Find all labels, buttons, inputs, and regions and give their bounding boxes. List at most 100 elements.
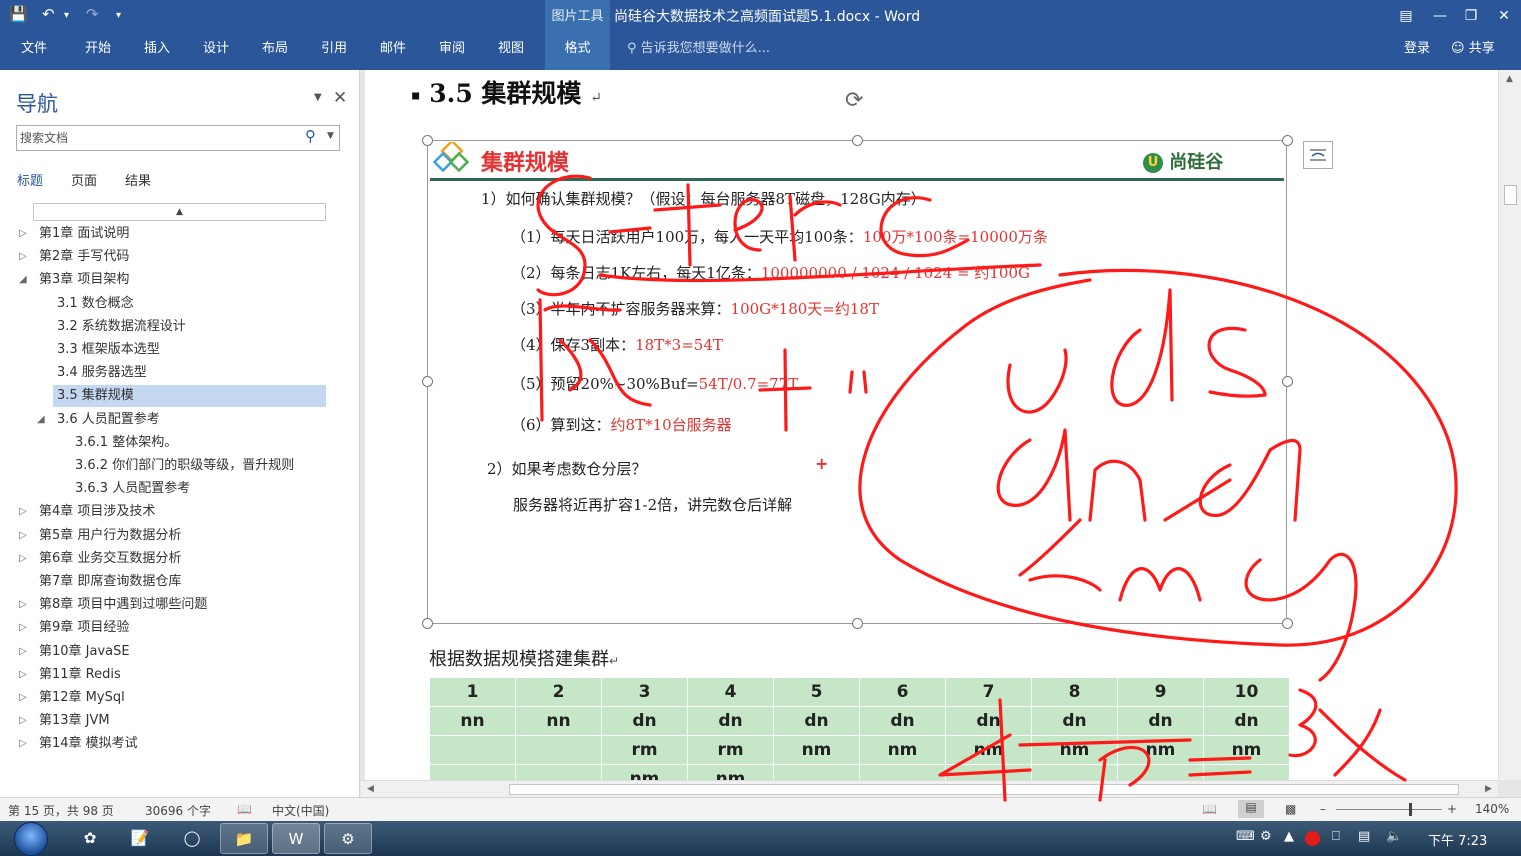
- web-layout-icon[interactable]: ▩: [1285, 802, 1296, 816]
- record-icon[interactable]: [1305, 831, 1320, 846]
- nav-close-icon[interactable]: ✕: [333, 88, 347, 108]
- tab-format[interactable]: 格式: [545, 34, 610, 70]
- table-cell[interactable]: [429, 764, 516, 780]
- tray-app-icon[interactable]: ⚙: [1260, 829, 1272, 844]
- nav-item[interactable]: 3.4 服务器选型: [53, 362, 326, 384]
- keyboard-icon[interactable]: ⌨: [1236, 829, 1255, 844]
- close-button[interactable]: ✕: [1491, 4, 1517, 28]
- nav-tab-headings[interactable]: 标题: [17, 170, 43, 189]
- tab-mailings[interactable]: 邮件: [367, 34, 419, 70]
- table-cell[interactable]: [1203, 764, 1290, 780]
- minimize-button[interactable]: —: [1427, 4, 1453, 28]
- tab-review[interactable]: 审阅: [426, 34, 478, 70]
- resize-handle-tr[interactable]: [1282, 135, 1293, 146]
- tray-device-icon[interactable]: ⎕: [1332, 829, 1340, 844]
- vertical-scroll-thumb[interactable]: [1504, 185, 1517, 205]
- nav-item[interactable]: ▷ 第9章 项目经验: [19, 617, 326, 639]
- table-cell[interactable]: 1: [429, 677, 516, 707]
- taskbar-notepad-icon[interactable]: 📝: [116, 823, 164, 854]
- collapsed-arrow-icon[interactable]: ▷: [19, 710, 27, 732]
- taskbar-app-2-icon[interactable]: ⚙: [324, 823, 372, 854]
- read-mode-icon[interactable]: 📖: [1202, 802, 1217, 816]
- table-cell[interactable]: 7: [945, 677, 1032, 707]
- resize-handle-br[interactable]: [1282, 618, 1293, 629]
- tab-references[interactable]: 引用: [308, 34, 360, 70]
- collapsed-arrow-icon[interactable]: ▷: [19, 594, 27, 616]
- expanded-arrow-icon[interactable]: ◢: [19, 269, 27, 291]
- collapsed-arrow-icon[interactable]: ▷: [19, 548, 27, 570]
- nav-search-box[interactable]: ⚲ ▼: [16, 125, 340, 151]
- table-cell[interactable]: rm: [601, 735, 688, 765]
- proofing-icon[interactable]: 📖: [237, 802, 252, 816]
- nav-item[interactable]: 3.5 集群规模: [53, 385, 326, 408]
- tab-design[interactable]: 设计: [190, 34, 242, 70]
- nav-item[interactable]: ▷ 第1章 面试说明: [19, 223, 326, 245]
- nav-item[interactable]: ◢ 第3章 项目架构: [19, 269, 326, 291]
- taskbar-chrome-icon[interactable]: ◯: [168, 823, 216, 854]
- resize-handle-bl[interactable]: [422, 618, 433, 629]
- tab-insert[interactable]: 插入: [131, 34, 183, 70]
- redo-icon[interactable]: ↷: [86, 5, 99, 23]
- start-button[interactable]: [14, 822, 48, 856]
- table-cell[interactable]: nn: [515, 706, 602, 736]
- collapsed-arrow-icon[interactable]: ▷: [19, 246, 27, 268]
- tell-me-search[interactable]: ⚲ 告诉我您想要做什么...: [627, 34, 770, 64]
- table-cell[interactable]: dn: [773, 706, 860, 736]
- table-cell[interactable]: dn: [687, 706, 774, 736]
- zoom-level[interactable]: 140%: [1475, 802, 1509, 816]
- collapse-all-button[interactable]: ▲: [33, 203, 326, 221]
- table-cell[interactable]: rm: [687, 735, 774, 765]
- scroll-right-icon[interactable]: ▶: [1485, 784, 1492, 794]
- nav-options-icon[interactable]: ▼: [314, 92, 322, 103]
- collapsed-arrow-icon[interactable]: ▷: [19, 641, 27, 663]
- nav-item[interactable]: ▷ 第4章 项目涉及技术: [19, 501, 326, 523]
- table-cell[interactable]: 9: [1117, 677, 1204, 707]
- table-cell[interactable]: nm: [601, 764, 688, 780]
- page-count[interactable]: 第 15 页，共 98 页: [8, 802, 114, 819]
- collapsed-arrow-icon[interactable]: ▷: [19, 617, 27, 639]
- table-cell[interactable]: 6: [859, 677, 946, 707]
- table-cell[interactable]: [515, 764, 602, 780]
- taskbar-app-1-icon[interactable]: ✿: [66, 823, 114, 854]
- nav-item[interactable]: ▷ 第11章 Redis: [19, 664, 326, 686]
- table-cell[interactable]: dn: [1117, 706, 1204, 736]
- scroll-up-icon[interactable]: ▲: [1506, 74, 1513, 84]
- taskbar-word-icon[interactable]: W: [272, 823, 320, 854]
- rotate-handle-icon[interactable]: ⟳: [845, 88, 863, 113]
- table-cell[interactable]: [945, 764, 1032, 780]
- language-indicator[interactable]: 中文(中国): [272, 802, 329, 819]
- table-cell[interactable]: nm: [945, 735, 1032, 765]
- nav-item[interactable]: ▷ 第10章 JavaSE: [19, 641, 326, 663]
- nav-item[interactable]: ▷ 第12章 MySql: [19, 687, 326, 709]
- expanded-arrow-icon[interactable]: ◢: [37, 409, 45, 431]
- table-cell[interactable]: [429, 735, 516, 765]
- nav-item[interactable]: 第7章 即席查询数据仓库: [35, 571, 326, 593]
- resize-handle-tl[interactable]: [422, 135, 433, 146]
- table-cell[interactable]: 3: [601, 677, 688, 707]
- resize-handle-top[interactable]: [852, 135, 863, 146]
- zoom-in-button[interactable]: +: [1447, 802, 1457, 816]
- nav-search-input[interactable]: [20, 129, 290, 147]
- nav-tab-results[interactable]: 结果: [125, 170, 151, 189]
- vertical-scrollbar[interactable]: ▲: [1498, 70, 1521, 780]
- table-cell[interactable]: dn: [859, 706, 946, 736]
- collapsed-arrow-icon[interactable]: ▷: [19, 525, 27, 547]
- network-icon[interactable]: ▤: [1358, 829, 1370, 844]
- table-cell[interactable]: [773, 764, 860, 780]
- nav-item[interactable]: ▷ 第5章 用户行为数据分析: [19, 525, 326, 547]
- taskbar-explorer-icon[interactable]: 📁: [220, 823, 268, 854]
- table-cell[interactable]: nm: [859, 735, 946, 765]
- table-cell[interactable]: 8: [1031, 677, 1118, 707]
- table-cell[interactable]: 5: [773, 677, 860, 707]
- undo-icon[interactable]: ↶: [42, 5, 55, 23]
- nav-item[interactable]: ▷ 第6章 业务交互数据分析: [19, 548, 326, 570]
- resize-handle-right[interactable]: [1282, 376, 1293, 387]
- table-cell[interactable]: 10: [1203, 677, 1290, 707]
- volume-icon[interactable]: 🔈: [1386, 829, 1402, 844]
- table-cell[interactable]: dn: [601, 706, 688, 736]
- share-button[interactable]: ☺ 共享: [1451, 34, 1495, 64]
- collapsed-arrow-icon[interactable]: ▷: [19, 664, 27, 686]
- print-layout-icon[interactable]: ▤: [1238, 800, 1264, 818]
- scroll-left-icon[interactable]: ◀: [367, 784, 374, 794]
- search-icon[interactable]: ⚲: [305, 127, 316, 145]
